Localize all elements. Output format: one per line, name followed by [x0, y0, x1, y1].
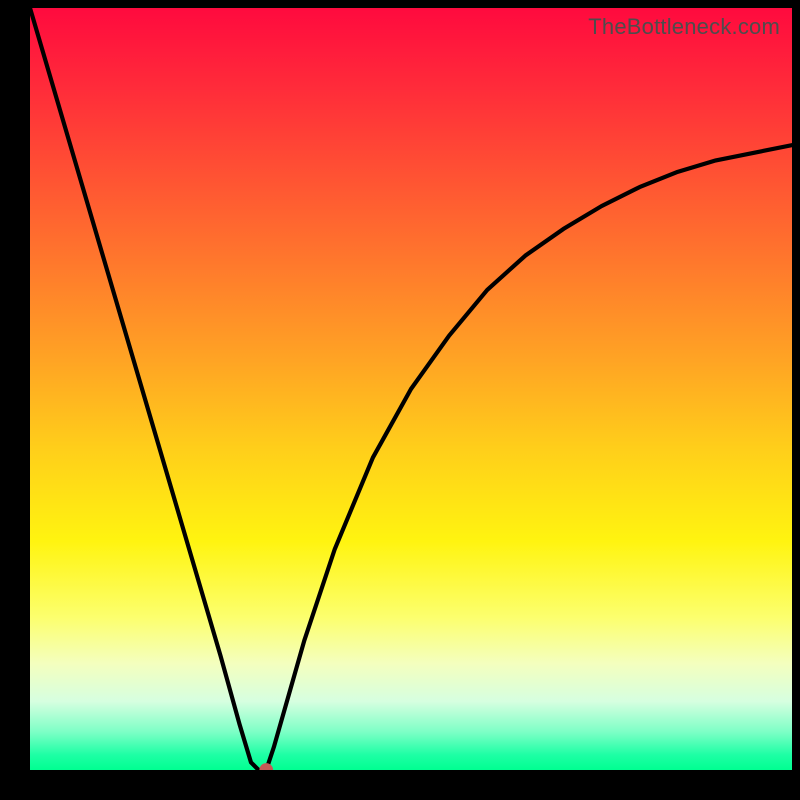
curve-svg: [30, 8, 792, 770]
chart-frame: TheBottleneck.com: [0, 0, 800, 800]
plot-area: TheBottleneck.com: [30, 8, 792, 770]
curve-path: [30, 8, 792, 770]
marker-dot: [259, 763, 273, 770]
